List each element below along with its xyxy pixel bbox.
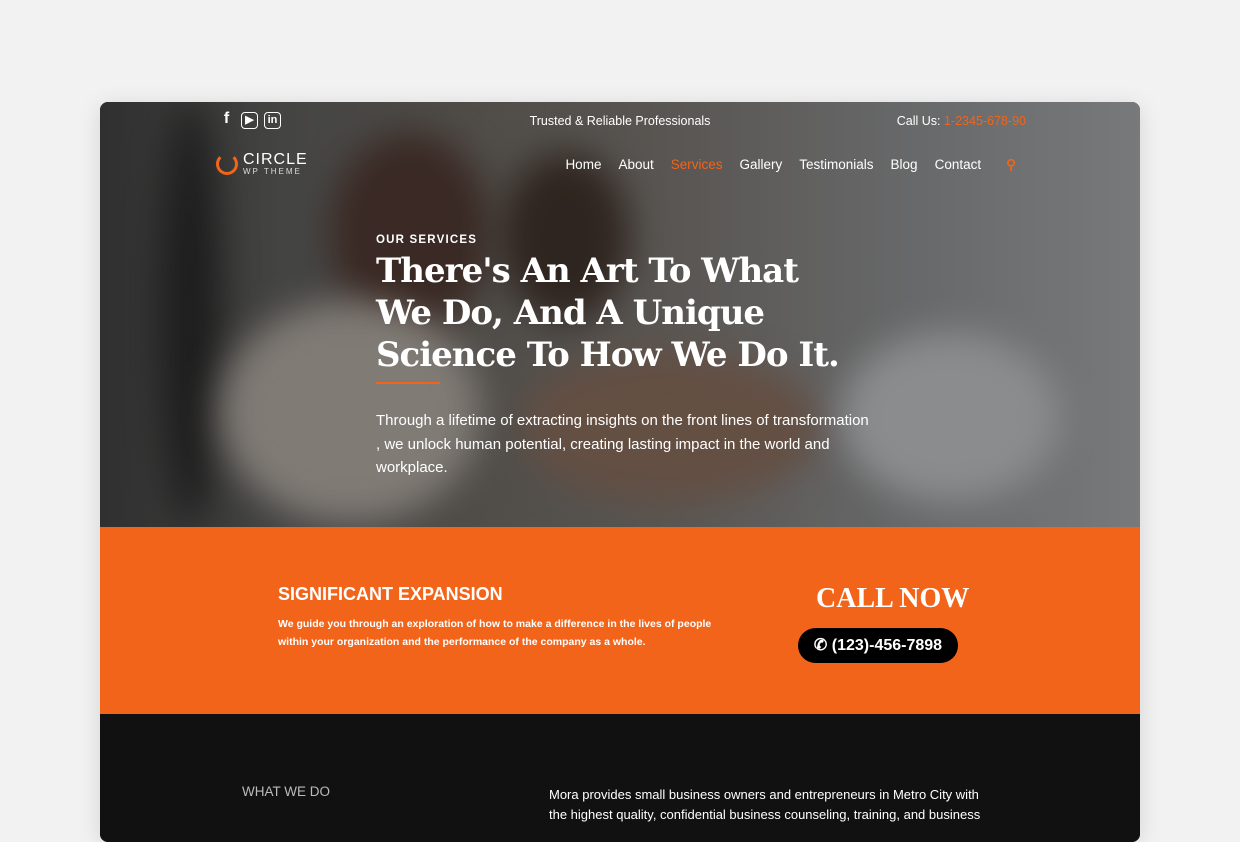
hero-eyebrow: OUR SERVICES (376, 234, 478, 246)
nav-services[interactable]: Services (671, 157, 723, 173)
band-title: SIGNIFICANT EXPANSION (278, 584, 503, 604)
nav-blog[interactable]: Blog (891, 157, 918, 173)
logo-sub: WP THEME (243, 167, 302, 176)
hero-section: f ▶ in Trusted & Reliable Professionals … (100, 102, 1140, 527)
title-divider (376, 382, 440, 384)
phone-number: (123)-456-7898 (831, 637, 943, 654)
logo-circle-icon (216, 153, 238, 175)
nav-contact[interactable]: Contact (935, 157, 982, 173)
logo-name: CIRCLE (243, 151, 308, 168)
nav-gallery[interactable]: Gallery (740, 157, 783, 173)
top-bar: f ▶ in Trusted & Reliable Professionals … (100, 111, 1140, 132)
cta-band: SIGNIFICANT EXPANSION We guide you throu… (100, 527, 1140, 714)
website-frame: f ▶ in Trusted & Reliable Professionals … (100, 102, 1140, 842)
section-label: WHAT WE DO (242, 784, 330, 799)
nav-home[interactable]: Home (565, 157, 601, 173)
nav-testimonials[interactable]: Testimonials (799, 157, 873, 173)
main-nav: Home About Services Gallery Testimonials… (565, 157, 1016, 173)
hero-lead: Through a lifetime of extracting insight… (376, 412, 869, 476)
call-us: Call Us: 1-2345-678-90 (897, 114, 1026, 128)
call-now-heading: CALL NOW (816, 583, 970, 614)
hero-title: There's An Art To What We Do, And A Uniq… (376, 251, 840, 375)
band-text: We guide you through an exploration of h… (278, 618, 712, 648)
about-text: Mora provides small business owners and … (549, 787, 981, 822)
phone-icon: ✆ (813, 637, 828, 654)
phone-button[interactable]: ✆ (123)-456-7898 (798, 628, 958, 663)
about-section: WHAT WE DO Mora provides small business … (100, 714, 1140, 842)
search-icon[interactable]: ⚲ (1006, 157, 1016, 173)
logo[interactable]: CIRCLE WP THEME (216, 152, 308, 176)
call-number-link[interactable]: 1-2345-678-90 (944, 114, 1026, 128)
call-label: Call Us: (896, 114, 941, 128)
nav-about[interactable]: About (618, 157, 653, 173)
